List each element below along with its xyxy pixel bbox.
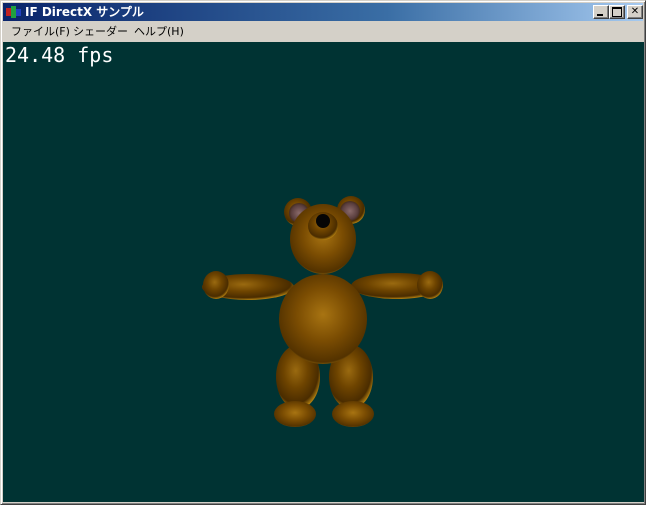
left-paw — [203, 271, 229, 299]
left-foot — [274, 401, 316, 427]
nose — [316, 214, 330, 228]
right-paw — [417, 271, 443, 299]
close-icon: ✕ — [630, 6, 640, 17]
app-window: IF DirectX サンプル ✕ ファイル(F) シェーダー ヘルプ(H) 2… — [0, 0, 646, 505]
render-viewport[interactable]: 24.48 fps — [3, 42, 644, 502]
window-title: IF DirectX サンプル — [25, 5, 144, 19]
close-button[interactable]: ✕ — [627, 5, 643, 19]
maximize-button[interactable] — [609, 5, 625, 19]
minimize-button[interactable] — [593, 5, 609, 19]
torso — [279, 274, 367, 364]
menu-bar: ファイル(F) シェーダー ヘルプ(H) — [3, 22, 643, 41]
menu-item-help[interactable]: ヘルプ(H) — [130, 22, 188, 41]
menu-item-file[interactable]: ファイル(F) — [7, 22, 74, 41]
menu-item-shader[interactable]: シェーダー — [69, 22, 132, 41]
fps-counter: 24.48 fps — [5, 43, 114, 67]
title-bar[interactable]: IF DirectX サンプル ✕ — [3, 3, 643, 21]
right-foot — [332, 401, 374, 427]
app-icon[interactable] — [6, 5, 22, 19]
teddy-bear-model — [202, 196, 443, 427]
